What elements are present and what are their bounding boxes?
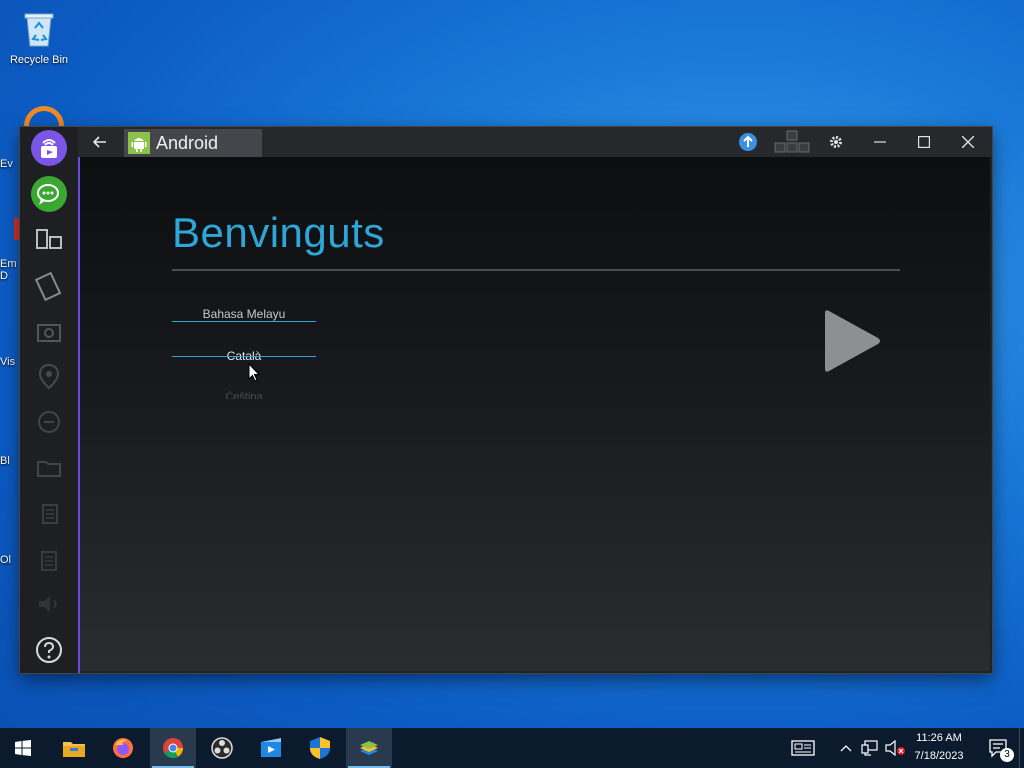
emulator-titlebar: Android	[78, 127, 992, 157]
shake-button[interactable]	[30, 403, 68, 441]
chevron-up-icon	[840, 745, 852, 752]
network-icon	[861, 740, 878, 756]
multi-instance-icon	[36, 229, 62, 249]
taskbar-media-player[interactable]	[248, 728, 294, 768]
security-icon	[310, 737, 330, 759]
desktop-icon-partial-label-2: Em D	[0, 258, 17, 282]
news-button[interactable]	[780, 728, 826, 768]
chat-icon	[31, 176, 67, 212]
news-icon	[791, 740, 815, 756]
start-button[interactable]	[0, 728, 46, 768]
close-button[interactable]	[946, 127, 990, 157]
file-explorer-icon	[63, 742, 85, 757]
play-icon	[825, 310, 880, 372]
shake-icon	[38, 411, 60, 433]
volume-tray-button[interactable]	[882, 728, 908, 768]
close-icon	[962, 136, 974, 148]
desktop-icon-partial-1[interactable]	[24, 106, 64, 128]
upload-icon	[739, 133, 757, 151]
screenshot-icon	[37, 324, 61, 342]
folder-icon	[37, 461, 61, 477]
notification-count-badge: 3	[1000, 748, 1014, 762]
clock-time[interactable]: 11:26 AM	[908, 732, 970, 744]
taskbar-obs[interactable]	[199, 728, 245, 768]
taskbar-chrome[interactable]	[150, 728, 196, 768]
desktop-icon-partial-label-3: Vis	[0, 356, 16, 368]
taskbar-file-explorer[interactable]	[51, 728, 97, 768]
volume-button[interactable]	[30, 585, 68, 623]
back-arrow-icon	[92, 136, 106, 148]
settings-button[interactable]	[814, 127, 858, 157]
taskbar: 11:26 AM 7/18/2023 3	[0, 728, 1024, 768]
emulator-window: Android Benvinguts Bahasa Melayu Català …	[20, 127, 992, 673]
android-icon	[128, 132, 150, 154]
chat-button[interactable]	[30, 175, 68, 213]
gear-icon	[830, 136, 842, 148]
desktop-icon-partial-label-5: Ol	[0, 554, 11, 566]
folder-button[interactable]	[30, 449, 68, 487]
firefox-icon	[113, 738, 133, 758]
back-button[interactable]	[78, 127, 122, 157]
paste-button[interactable]	[30, 541, 68, 579]
copy-icon	[42, 504, 58, 524]
copy-button[interactable]	[30, 495, 68, 533]
bluestacks-icon	[360, 741, 378, 755]
language-option[interactable]: Bahasa Melayu	[172, 307, 316, 321]
volume-icon	[39, 596, 57, 612]
tab-android[interactable]: Android	[124, 129, 262, 157]
cast-icon	[31, 130, 67, 166]
screenshot-button[interactable]	[30, 313, 68, 351]
help-icon	[36, 637, 62, 663]
clock-date[interactable]: 7/18/2023	[908, 750, 970, 762]
media-player-icon	[261, 738, 281, 757]
taskbar-firefox[interactable]	[100, 728, 146, 768]
desktop-icon-partial-label-1: Ev	[0, 158, 13, 170]
desktop-icon-partial-label-4: Bl	[0, 455, 10, 467]
show-desktop-button[interactable]	[1019, 728, 1024, 768]
taskbar-bluestacks[interactable]	[346, 728, 392, 768]
keyboard-mapping-icon	[774, 130, 810, 153]
volume-muted-icon	[885, 740, 905, 756]
help-button[interactable]	[30, 631, 68, 669]
language-picker-divider-top	[172, 321, 316, 322]
welcome-heading: Benvinguts	[172, 209, 385, 256]
network-button[interactable]	[858, 728, 882, 768]
language-picker-divider-bottom	[172, 356, 316, 357]
language-option[interactable]: Čeština	[172, 391, 316, 399]
recycle-bin-icon	[24, 13, 54, 47]
rotate-button[interactable]	[30, 267, 68, 305]
obs-icon	[211, 737, 233, 759]
android-screen[interactable]: Benvinguts Bahasa Melayu Català Čeština	[80, 157, 990, 671]
location-button[interactable]	[30, 357, 68, 395]
notifications-button[interactable]: 3	[976, 728, 1022, 768]
location-icon	[38, 363, 60, 390]
paste-icon	[41, 551, 57, 571]
chrome-icon	[163, 738, 184, 759]
maximize-icon	[918, 136, 930, 148]
recycle-bin[interactable]: Recycle Bin	[3, 8, 75, 66]
maximize-button[interactable]	[902, 127, 946, 157]
cast-button[interactable]	[30, 129, 68, 167]
emulator-sidebar	[20, 127, 80, 673]
rotate-icon	[34, 271, 62, 301]
upload-button[interactable]	[726, 127, 770, 157]
minimize-icon	[874, 141, 886, 143]
keyboard-mapping-button[interactable]	[770, 127, 814, 157]
next-button[interactable]	[822, 309, 882, 378]
minimize-button[interactable]	[858, 127, 902, 157]
start-icon	[15, 740, 31, 756]
tab-title: Android	[156, 132, 219, 153]
multi-instance-button[interactable]	[30, 221, 68, 259]
taskbar-security[interactable]	[297, 728, 343, 768]
mouse-cursor-icon	[248, 363, 260, 382]
tray-overflow-button[interactable]	[834, 728, 858, 768]
heading-divider	[172, 269, 900, 271]
recycle-bin-label: Recycle Bin	[9, 54, 69, 66]
